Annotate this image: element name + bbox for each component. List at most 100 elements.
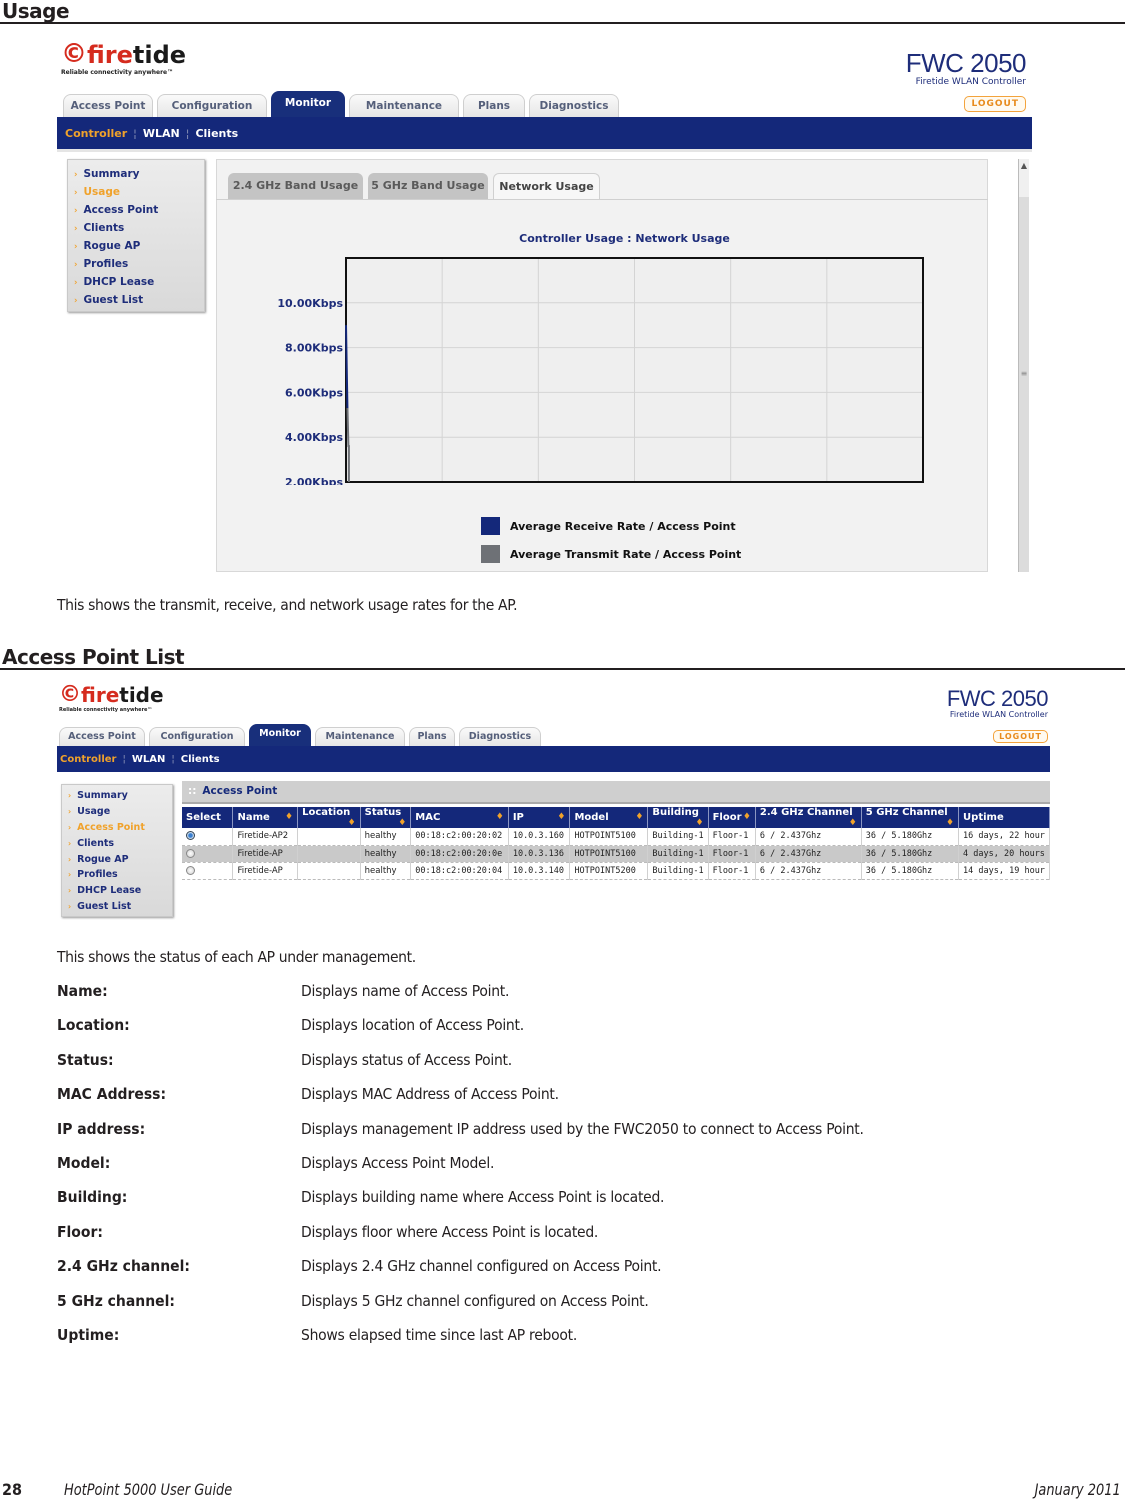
menu-item-usage[interactable]: › Usage xyxy=(68,804,172,820)
select-radio[interactable] xyxy=(186,831,195,841)
menu-item-access-point[interactable]: › Access Point xyxy=(68,820,172,836)
sort-icon[interactable]: ♦ xyxy=(635,812,643,822)
sort-icon[interactable]: ♦ xyxy=(285,812,293,822)
menu-item-summary[interactable]: › Summary xyxy=(74,165,204,183)
subnav-wlan[interactable]: WLAN xyxy=(143,127,180,140)
column-header-floor[interactable]: Floor ♦ xyxy=(708,807,756,828)
subtab-5-ghz-band-usage[interactable]: 5 GHz Band Usage xyxy=(368,173,488,200)
table-row[interactable]: Firetide-AP healthy 00:18:c2:00:20:0e 10.0.… xyxy=(182,845,1050,863)
tab-configuration[interactable]: Configuration xyxy=(157,94,267,117)
menu-item-rogue-ap[interactable]: › Rogue AP xyxy=(68,851,172,867)
menu-item-guest-list[interactable]: › Guest List xyxy=(74,291,204,309)
column-header-ip[interactable]: IP ♦ xyxy=(508,807,571,828)
menu-item-label: Rogue AP xyxy=(77,853,129,865)
sort-icon[interactable]: ♦ xyxy=(849,818,857,828)
cell-mac: 00:18:c2:00:20:04 xyxy=(410,862,509,880)
section-heading-usage: Usage xyxy=(0,0,1125,24)
firetide-flame-icon: © xyxy=(61,39,87,69)
scroll-up-button[interactable]: ▲ xyxy=(1019,159,1029,197)
legend-label: Average Transmit Rate / Access Point xyxy=(510,547,742,561)
column-header-status[interactable]: Status ♦ xyxy=(360,807,412,828)
panel-title-text: Access Point xyxy=(202,785,278,797)
sort-icon[interactable]: ♦ xyxy=(696,818,704,828)
logout-button[interactable]: LOGOUT xyxy=(993,730,1048,743)
usage-sub-tabs: 2.4 GHz Band Usage 5 GHz Band Usage Networ… xyxy=(228,173,605,200)
menu-item-clients[interactable]: › Clients xyxy=(68,835,172,851)
cell-floor: Floor-1 xyxy=(708,862,756,880)
subnav-clients[interactable]: Clients xyxy=(195,127,238,140)
legend-item: Average Transmit Rate / Access Point xyxy=(481,545,741,563)
section-heading-ap-list: Access Point List xyxy=(0,646,1125,670)
subnav-controller[interactable]: Controller xyxy=(65,127,127,140)
main-tabs: Access Point Configuration Monitor Maintena… xyxy=(59,724,545,746)
sort-icon[interactable]: ♦ xyxy=(496,812,504,822)
tab-maintenance[interactable]: Maintenance xyxy=(349,94,459,117)
logo-tagline: Reliable connectivity anywhere™ xyxy=(59,707,153,713)
column-header-select[interactable]: Select xyxy=(182,807,234,828)
menu-item-usage[interactable]: › Usage xyxy=(74,183,204,201)
subnav-controller[interactable]: Controller xyxy=(60,754,116,765)
column-header-label: Status xyxy=(364,807,402,818)
tab-configuration[interactable]: Configuration xyxy=(149,727,245,746)
menu-item-dhcp-lease[interactable]: › DHCP Lease xyxy=(68,883,172,899)
menu-item-summary[interactable]: › Summary xyxy=(68,788,172,804)
definition-description: Displays floor where Access Point is loc… xyxy=(301,1222,599,1241)
cell-model: HOTPOINT5200 xyxy=(569,862,649,880)
sort-icon[interactable]: ♦ xyxy=(557,812,565,822)
y-tick-label: 2.00Kbps xyxy=(285,476,343,485)
logout-button[interactable]: LOGOUT xyxy=(964,96,1026,112)
column-header-uptime[interactable]: Uptime xyxy=(958,807,1050,828)
tab-diagnostics[interactable]: Diagnostics xyxy=(529,94,619,117)
select-cell xyxy=(182,845,234,863)
tab-plans[interactable]: Plans xyxy=(463,94,525,117)
definition-term: 2.4 GHz channel: xyxy=(57,1257,190,1276)
column-header-mac[interactable]: MAC ♦ xyxy=(410,807,509,828)
tab-plans[interactable]: Plans xyxy=(409,727,455,746)
menu-item-profiles[interactable]: › Profiles xyxy=(68,867,172,883)
tab-access-point[interactable]: Access Point xyxy=(63,94,153,117)
table-row[interactable]: Firetide-AP healthy 00:18:c2:00:20:04 10.0.… xyxy=(182,862,1050,880)
select-cell xyxy=(182,828,234,846)
tab-monitor[interactable]: Monitor xyxy=(249,724,311,746)
vertical-scrollbar[interactable]: ▲ ≡ xyxy=(1018,159,1029,572)
product-subtitle: Firetide WLAN Controller xyxy=(949,710,1048,719)
subtab-2-4-ghz-band-usage[interactable]: 2.4 GHz Band Usage xyxy=(228,173,363,200)
sort-icon[interactable]: ♦ xyxy=(743,812,751,822)
tab-access-point[interactable]: Access Point xyxy=(59,727,145,746)
column-header-label: Uptime xyxy=(963,812,1004,823)
y-tick-label: 8.00Kbps xyxy=(285,342,343,355)
logo-text-fire: fire xyxy=(87,41,133,69)
chevron-right-icon: › xyxy=(68,838,72,848)
sort-icon[interactable]: ♦ xyxy=(946,818,954,828)
tab-diagnostics[interactable]: Diagnostics xyxy=(459,727,541,746)
subnav-wlan[interactable]: WLAN xyxy=(132,754,166,765)
subtab-network-usage[interactable]: Network Usage xyxy=(493,173,600,200)
menu-item-rogue-ap[interactable]: › Rogue AP xyxy=(74,237,204,255)
cell-name: Firetide-AP xyxy=(232,862,299,880)
cell-status: healthy xyxy=(360,862,412,880)
column-header-building[interactable]: Building ♦ xyxy=(647,807,709,828)
menu-item-profiles[interactable]: › Profiles xyxy=(74,255,204,273)
column-header-name[interactable]: Name ♦ xyxy=(232,807,299,828)
table-row[interactable]: Firetide-AP2 healthy 00:18:c2:00:20:02 10.0… xyxy=(182,828,1050,846)
scroll-grip-icon: ≡ xyxy=(1020,369,1028,378)
main-tabs: Access Point Configuration Monitor Maintena… xyxy=(63,91,623,117)
menu-item-dhcp-lease[interactable]: › DHCP Lease xyxy=(74,273,204,291)
subnav-clients[interactable]: Clients xyxy=(181,754,220,765)
cell-building: Building-1 xyxy=(647,845,709,863)
menu-item-access-point[interactable]: › Access Point xyxy=(74,201,204,219)
sort-icon[interactable]: ♦ xyxy=(398,818,406,828)
column-header-5-ghz-channel[interactable]: 5 GHz Channel ♦ xyxy=(861,807,960,828)
menu-item-guest-list[interactable]: › Guest List xyxy=(68,899,172,915)
chevron-right-icon: › xyxy=(74,259,78,269)
column-header-location[interactable]: Location ♦ xyxy=(297,807,361,828)
tab-maintenance[interactable]: Maintenance xyxy=(315,727,405,746)
column-header-model[interactable]: Model ♦ xyxy=(569,807,649,828)
select-radio[interactable] xyxy=(186,865,195,875)
product-header: FWC 2050 Firetide WLAN Controller LOGOUT xyxy=(906,49,1027,112)
select-radio[interactable] xyxy=(186,848,195,858)
sort-icon[interactable]: ♦ xyxy=(348,818,356,828)
column-header-2-4-ghz-channel[interactable]: 2.4 GHz Channel ♦ xyxy=(755,807,862,828)
menu-item-clients[interactable]: › Clients xyxy=(74,219,204,237)
tab-monitor[interactable]: Monitor xyxy=(271,91,345,117)
